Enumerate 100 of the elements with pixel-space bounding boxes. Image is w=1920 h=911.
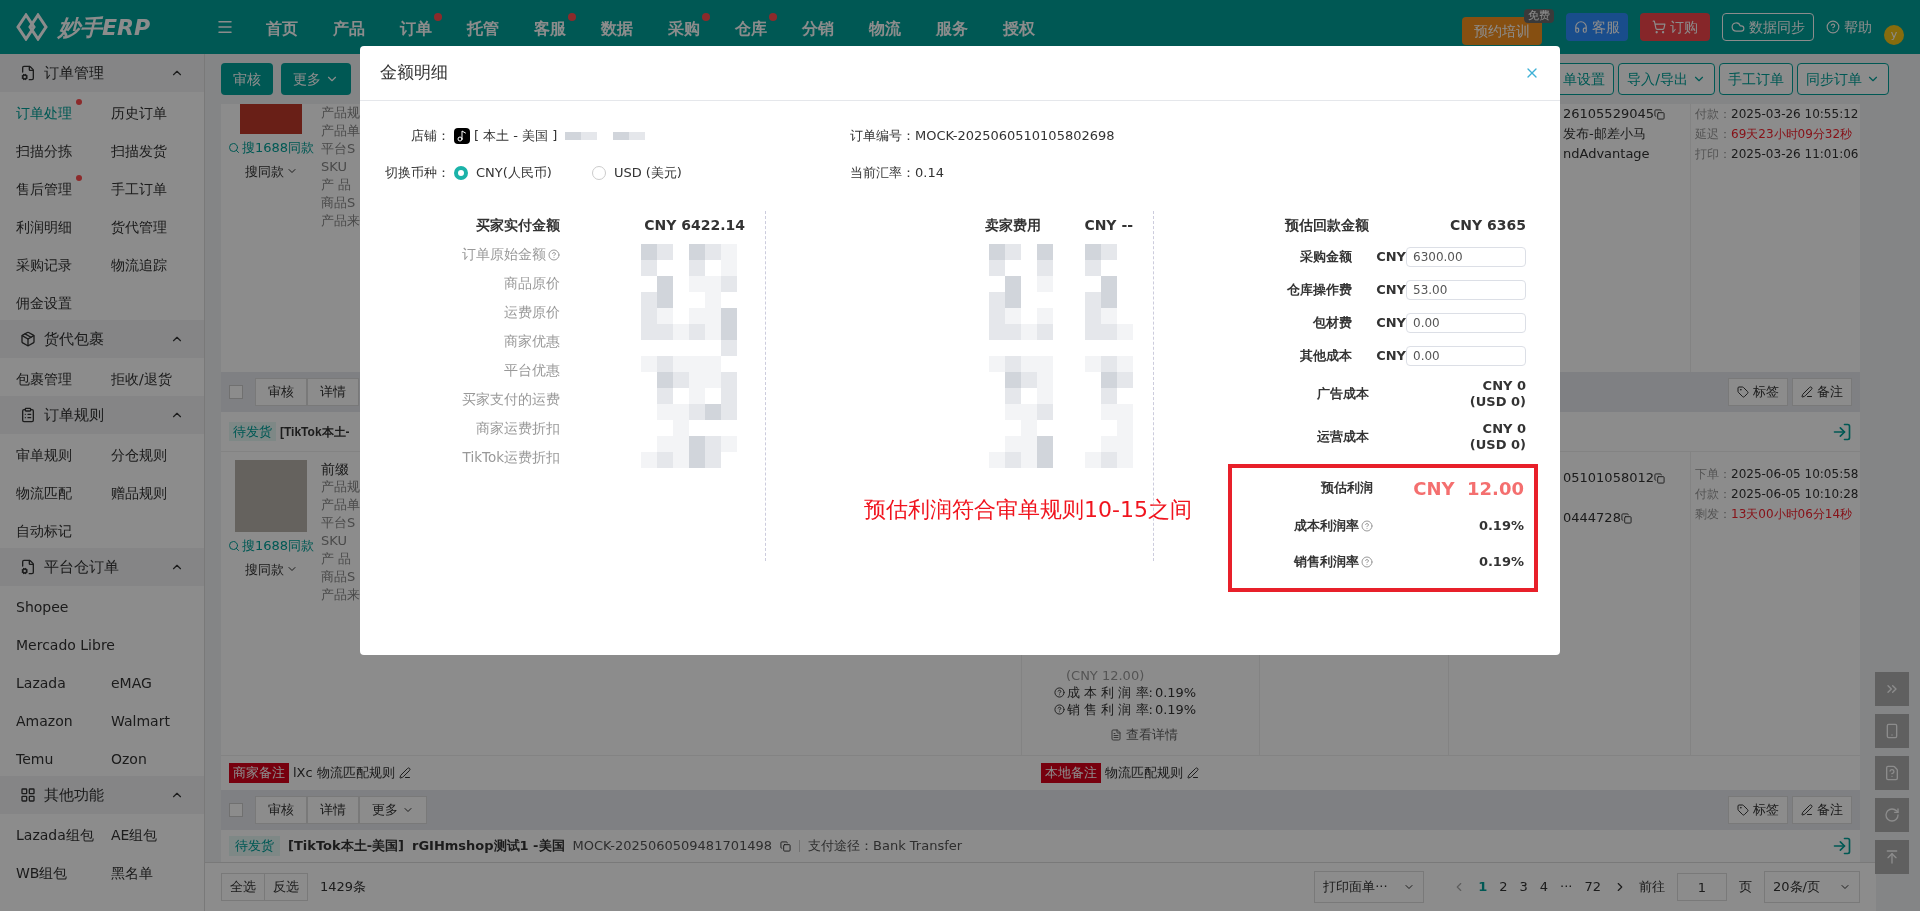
order-info-text: ndAdvantage <box>1563 145 1650 163</box>
cost-input[interactable]: 0.00 <box>1406 345 1526 366</box>
sidebar-section-header[interactable]: 货代包裹 <box>0 320 204 358</box>
page-link[interactable]: 4 <box>1539 877 1549 897</box>
pen-icon[interactable] <box>1186 767 1199 779</box>
sidebar-item[interactable]: 售后管理 <box>16 174 111 200</box>
sidebar-item[interactable]: 黑名单 <box>111 858 163 884</box>
sidebar-item[interactable]: Lazada组包 <box>16 820 111 846</box>
copy-icon[interactable] <box>1620 512 1632 524</box>
login-icon[interactable] <box>1832 421 1852 442</box>
note-button[interactable]: 备注 <box>1792 796 1852 824</box>
action-button[interactable]: 详情 <box>307 796 359 824</box>
side-tool-button[interactable] <box>1875 798 1909 832</box>
date-value: 2025-03-26 10:55:12 <box>1731 106 1859 123</box>
order-button[interactable]: 订购 <box>1640 13 1710 41</box>
amount-label: 商家运费折扣 <box>476 419 560 439</box>
sidebar-item[interactable]: WB组包 <box>16 858 111 884</box>
login-icon[interactable] <box>1832 836 1852 856</box>
action-button[interactable]: 审核 <box>255 378 307 406</box>
sidebar-item[interactable]: 赠品规则 <box>111 478 177 504</box>
sidebar-section-header[interactable]: 其他功能 <box>0 776 204 814</box>
sidebar-item[interactable]: 包裹管理 <box>16 364 111 390</box>
sidebar-item[interactable]: 扫描发货 <box>111 136 177 162</box>
sidebar-item[interactable]: Ozon <box>111 744 157 770</box>
section-icon <box>20 787 36 803</box>
sidebar-item[interactable]: 历史订单 <box>111 98 177 124</box>
help-link[interactable]: 帮助 <box>1826 16 1872 38</box>
checkbox[interactable] <box>229 803 243 817</box>
page-link[interactable]: 3 <box>1519 877 1528 897</box>
cost-amount: CNY 0 <box>1482 420 1526 437</box>
status-tag: 待发货 <box>229 836 280 856</box>
sidebar-item[interactable]: 采购记录 <box>16 250 111 276</box>
sidebar-item[interactable]: 扫描分拣 <box>16 136 111 162</box>
sidebar-section-header[interactable]: 订单规则 <box>0 396 204 434</box>
rate-label: 销售利润率 <box>1232 552 1373 572</box>
currency-radio[interactable]: CNY(人民币) <box>454 163 552 183</box>
print-dropdown[interactable]: 打印面单··· <box>1314 871 1425 903</box>
dropdown-link[interactable]: 搜同款 <box>244 161 298 181</box>
section-title: 平台仓订单 <box>44 556 119 578</box>
sidebar-item[interactable]: 物流追踪 <box>111 250 177 276</box>
cost-input[interactable]: 6300.00 <box>1406 246 1526 267</box>
side-tool-button[interactable] <box>1875 756 1909 790</box>
page-size-dropdown[interactable]: 20条/页 <box>1764 871 1860 903</box>
sidebar-section-header[interactable]: 订单管理 <box>0 54 204 92</box>
page-link[interactable]: ··· <box>1560 877 1573 897</box>
help-icon <box>1826 20 1840 34</box>
order-number: MOCK-2025060510105802698 <box>915 127 1115 146</box>
currency-code: CNY <box>1376 247 1406 266</box>
copy-icon[interactable] <box>780 840 792 852</box>
sidebar-item[interactable]: Amazon <box>16 706 111 732</box>
tag-button[interactable]: 标签 <box>1728 378 1788 406</box>
side-tool-button[interactable] <box>1875 714 1909 748</box>
amount-label: 商家优惠 <box>504 332 560 352</box>
sidebar-item[interactable]: 审单规则 <box>16 440 111 466</box>
sidebar-item[interactable]: Shopee <box>16 592 111 618</box>
currency-radio[interactable]: USD (美元) <box>591 163 682 183</box>
action-button[interactable]: 详情 <box>307 378 359 406</box>
sidebar-item[interactable]: 手工订单 <box>111 174 177 200</box>
sidebar-item[interactable]: 佣金设置 <box>16 288 111 314</box>
product-field-label: 商品S <box>321 194 356 212</box>
sidebar-section-header[interactable]: 平台仓订单 <box>0 548 204 586</box>
page-link[interactable]: 2 <box>1499 877 1508 897</box>
tag-button[interactable]: 标签 <box>1728 796 1788 824</box>
sidebar-item[interactable]: 分仓规则 <box>111 440 177 466</box>
profit-label: 预估利润 <box>1320 479 1373 498</box>
select-all-button[interactable]: 全选 <box>221 873 265 901</box>
profit-amount: (CNY 12.00) <box>1065 667 1146 684</box>
copy-icon[interactable] <box>1654 108 1665 120</box>
sidebar-item[interactable]: Walmart <box>111 706 180 732</box>
view-details-link[interactable]: 查看详情 <box>1110 726 1259 743</box>
service-button[interactable]: 客服 <box>1566 13 1628 41</box>
page-link[interactable]: 72 <box>1584 877 1601 897</box>
checkbox[interactable] <box>229 385 243 399</box>
menu-icon[interactable] <box>216 18 234 36</box>
cost-input[interactable]: 53.00 <box>1406 279 1526 300</box>
sidebar-item[interactable]: 拒收/退货 <box>111 364 182 390</box>
sidebar-item[interactable]: 物流匹配 <box>16 478 111 504</box>
cost-input[interactable]: 0.00 <box>1406 312 1526 333</box>
action-button[interactable]: 更多 <box>359 796 427 824</box>
dropdown-link[interactable]: 搜同款 <box>244 559 298 579</box>
side-tool-button[interactable] <box>1875 672 1909 706</box>
sidebar-item[interactable]: Temu <box>16 744 111 770</box>
headset-icon <box>1574 20 1588 34</box>
sidebar-item[interactable]: eMAG <box>111 668 162 694</box>
invert-selection-button[interactable]: 反选 <box>265 873 308 901</box>
sidebar-item[interactable]: 货代管理 <box>111 212 177 238</box>
cloud-icon <box>1731 20 1745 34</box>
pen-icon[interactable] <box>398 767 411 779</box>
currency-code: CNY <box>1376 346 1406 365</box>
note-button[interactable]: 备注 <box>1792 378 1852 406</box>
sidebar-item[interactable]: 利润明细 <box>16 212 111 238</box>
copy-icon[interactable] <box>1654 472 1665 484</box>
tool-icon <box>1884 765 1900 781</box>
annotation-text: 预估利润符合审单规则10-15之间 <box>864 496 1192 524</box>
sidebar-item[interactable]: 自动标记 <box>16 516 111 542</box>
page-input[interactable]: 1 <box>1677 873 1727 901</box>
action-button[interactable]: 审核 <box>255 796 307 824</box>
side-tool-button[interactable] <box>1875 840 1909 874</box>
sidebar-item[interactable]: Lazada <box>16 668 111 694</box>
sidebar-item[interactable]: AE组包 <box>111 820 168 846</box>
